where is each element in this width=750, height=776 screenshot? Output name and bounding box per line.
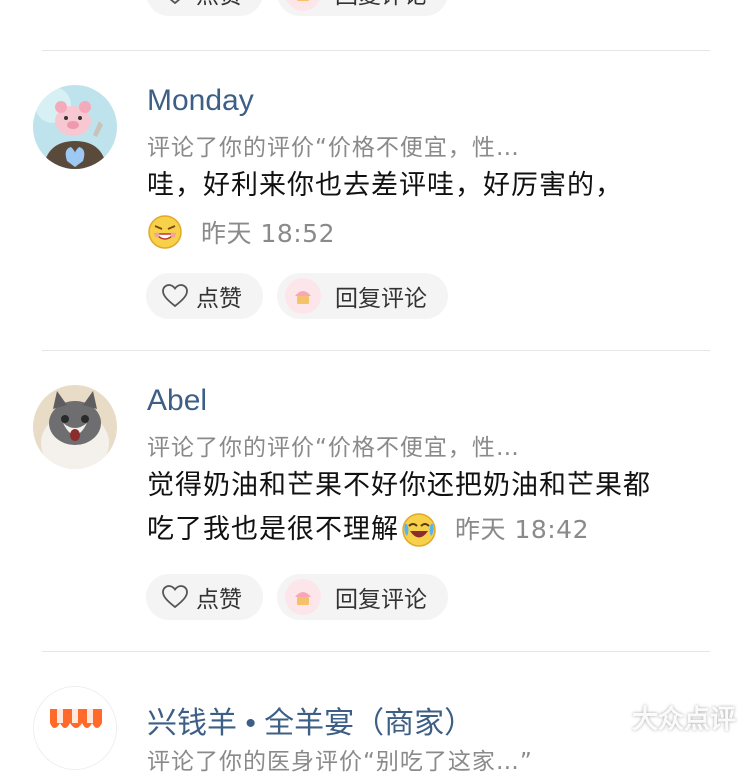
reply-button[interactable]: 回复评论 — [277, 273, 448, 319]
divider — [42, 50, 710, 51]
divider — [42, 350, 710, 351]
like-label: 点赞 — [196, 587, 242, 613]
heart-icon — [162, 585, 188, 609]
comment-feed: 点赞 回复评论 Monday 评论了你的 — [0, 0, 750, 775]
previous-comment-actions: 点赞 回复评论 — [146, 0, 448, 18]
laughing-crying-face-icon — [402, 513, 436, 547]
avatar[interactable] — [33, 85, 117, 169]
avatar[interactable] — [33, 385, 117, 469]
timestamp: 昨天 18:42 — [455, 515, 589, 544]
cupcake-icon — [285, 0, 321, 11]
reply-button[interactable]: 回复评论 — [277, 0, 448, 16]
like-label: 点赞 — [196, 0, 242, 10]
reply-label: 回复评论 — [335, 286, 427, 312]
referenced-review[interactable]: 评论了你的评价“价格不便宜，性… — [147, 128, 520, 162]
cupcake-icon — [285, 278, 321, 314]
meta-row: 昨天 18:52 — [147, 214, 335, 250]
like-button[interactable]: 点赞 — [146, 273, 263, 319]
heart-icon — [162, 284, 188, 308]
comment-text-line: 觉得奶油和芒果不好你还把奶油和芒果都 — [147, 470, 651, 501]
user-name[interactable]: Monday — [147, 84, 254, 118]
avatar[interactable] — [33, 686, 117, 770]
grinning-face-icon — [148, 215, 182, 249]
user-name[interactable]: Abel — [147, 384, 207, 418]
like-label: 点赞 — [196, 286, 242, 312]
watermark-text: 大众点评 — [631, 705, 736, 735]
comment-text: 哇，好利来你也去差评哇，好厉害的， — [147, 170, 623, 201]
cupcake-icon — [285, 579, 321, 615]
referenced-review[interactable]: 评论了你的评价“价格不便宜，性… — [147, 428, 520, 462]
reply-label: 回复评论 — [335, 0, 427, 10]
heart-icon — [169, 0, 181, 5]
like-button[interactable]: 点赞 — [146, 574, 263, 620]
timestamp: 昨天 18:52 — [201, 219, 335, 248]
reply-button[interactable]: 回复评论 — [277, 574, 448, 620]
reply-label: 回复评论 — [335, 587, 427, 613]
comment-text-line: 吃了我也是很不理解 昨天 18:42 — [147, 508, 727, 552]
referenced-review[interactable]: 评论了你的医身评价“别吃了这家…” — [147, 742, 533, 776]
comment-actions: 点赞 回复评论 — [146, 574, 448, 620]
comment-actions: 点赞 回复评论 — [146, 273, 448, 319]
dianping-logo-icon — [592, 704, 626, 732]
comment-text-line-2: 吃了我也是很不理解 — [147, 514, 399, 545]
like-button[interactable]: 点赞 — [146, 0, 263, 16]
comment-text: 觉得奶油和芒果不好你还把奶油和芒果都 吃了我也是很不理解 昨天 18:42 — [147, 464, 727, 552]
divider — [42, 651, 710, 652]
merchant-name[interactable]: 兴钱羊 • 全羊宴（商家） — [147, 698, 474, 742]
dianping-watermark: 大众点评 — [590, 699, 736, 736]
